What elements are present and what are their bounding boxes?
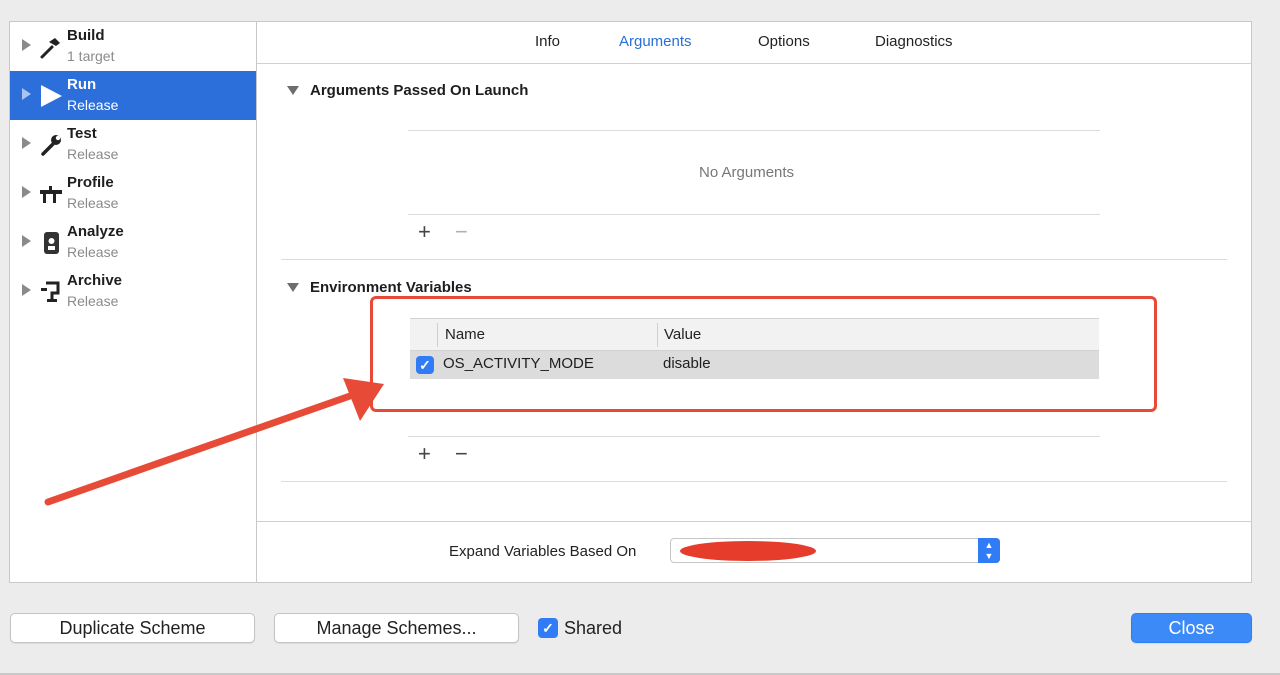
manage-schemes-button[interactable]: Manage Schemes... [274, 613, 519, 643]
shared-checkbox[interactable]: ✓ [538, 618, 558, 638]
close-button[interactable]: Close [1131, 613, 1252, 643]
shared-label[interactable]: Shared [564, 618, 622, 639]
duplicate-scheme-button[interactable]: Duplicate Scheme [10, 613, 255, 643]
annotation-arrow-icon [44, 378, 384, 506]
